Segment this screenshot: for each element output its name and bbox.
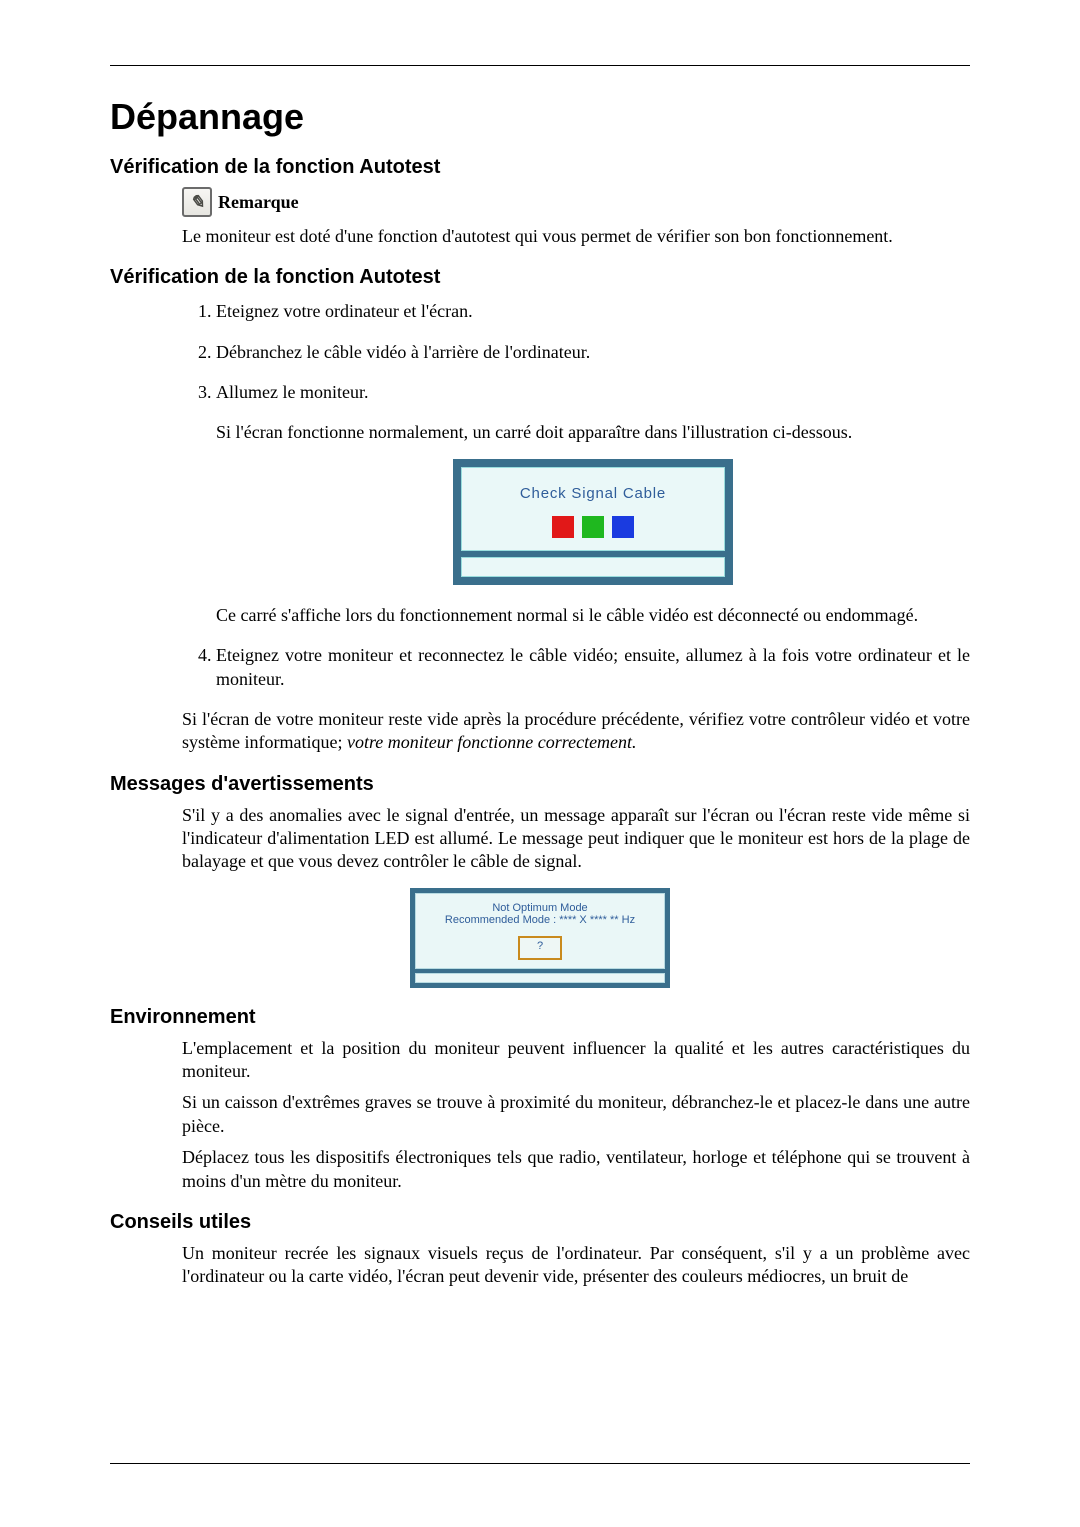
section-autotest-heading-2: Vérification de la fonction Autotest	[110, 266, 970, 289]
figure2-button: ?	[518, 936, 562, 960]
step-1: Eteignez votre ordinateur et l'écran.	[216, 299, 970, 323]
step-3-text: Allumez le moniteur.	[216, 382, 368, 402]
note-body: Le moniteur est doté d'une fonction d'au…	[182, 225, 970, 248]
figure-check-signal: Check Signal Cable	[216, 459, 970, 585]
bottom-rule	[110, 1463, 970, 1464]
green-square-icon	[582, 516, 604, 538]
red-square-icon	[552, 516, 574, 538]
environment-p1: L'emplacement et la position du moniteur…	[182, 1037, 970, 1084]
section-autotest-heading-1: Vérification de la fonction Autotest	[110, 156, 970, 179]
step-4: Eteignez votre moniteur et reconnectez l…	[216, 643, 970, 692]
step-2: Débranchez le câble vidéo à l'arrière de…	[216, 340, 970, 364]
section-environment-heading: Environnement	[110, 1006, 970, 1029]
section-warnings-heading: Messages d'avertissements	[110, 773, 970, 796]
step-3-sub: Si l'écran fonctionne normalement, un ca…	[216, 420, 970, 444]
tips-p1: Un moniteur recrée les signaux visuels r…	[182, 1242, 970, 1289]
steps-list: Eteignez votre ordinateur et l'écran. Dé…	[182, 299, 970, 691]
autotest-tail-italic: votre moniteur fonctionne correctement.	[347, 732, 637, 752]
top-rule	[110, 65, 970, 66]
warnings-p1: S'il y a des anomalies avec le signal d'…	[182, 804, 970, 874]
environment-p3: Déplacez tous les dispositifs électroniq…	[182, 1146, 970, 1193]
figure2-line1: Not Optimum Mode	[420, 902, 660, 914]
page-title: Dépannage	[110, 96, 970, 138]
autotest-tail: Si l'écran de votre moniteur reste vide …	[182, 708, 970, 755]
figure1-caption: Check Signal Cable	[470, 484, 716, 504]
section-tips-heading: Conseils utiles	[110, 1211, 970, 1234]
note-label: Remarque	[218, 192, 299, 213]
note-icon: ✎	[182, 187, 212, 217]
step-3-sub2: Ce carré s'affiche lors du fonctionnemen…	[216, 603, 970, 627]
step-3: Allumez le moniteur. Si l'écran fonction…	[216, 380, 970, 627]
blue-square-icon	[612, 516, 634, 538]
environment-p2: Si un caisson d'extrêmes graves se trouv…	[182, 1091, 970, 1138]
figure-not-optimum: Not Optimum Mode Recommended Mode : ****…	[110, 888, 970, 988]
figure2-line2: Recommended Mode : **** X **** ** Hz	[420, 914, 660, 926]
